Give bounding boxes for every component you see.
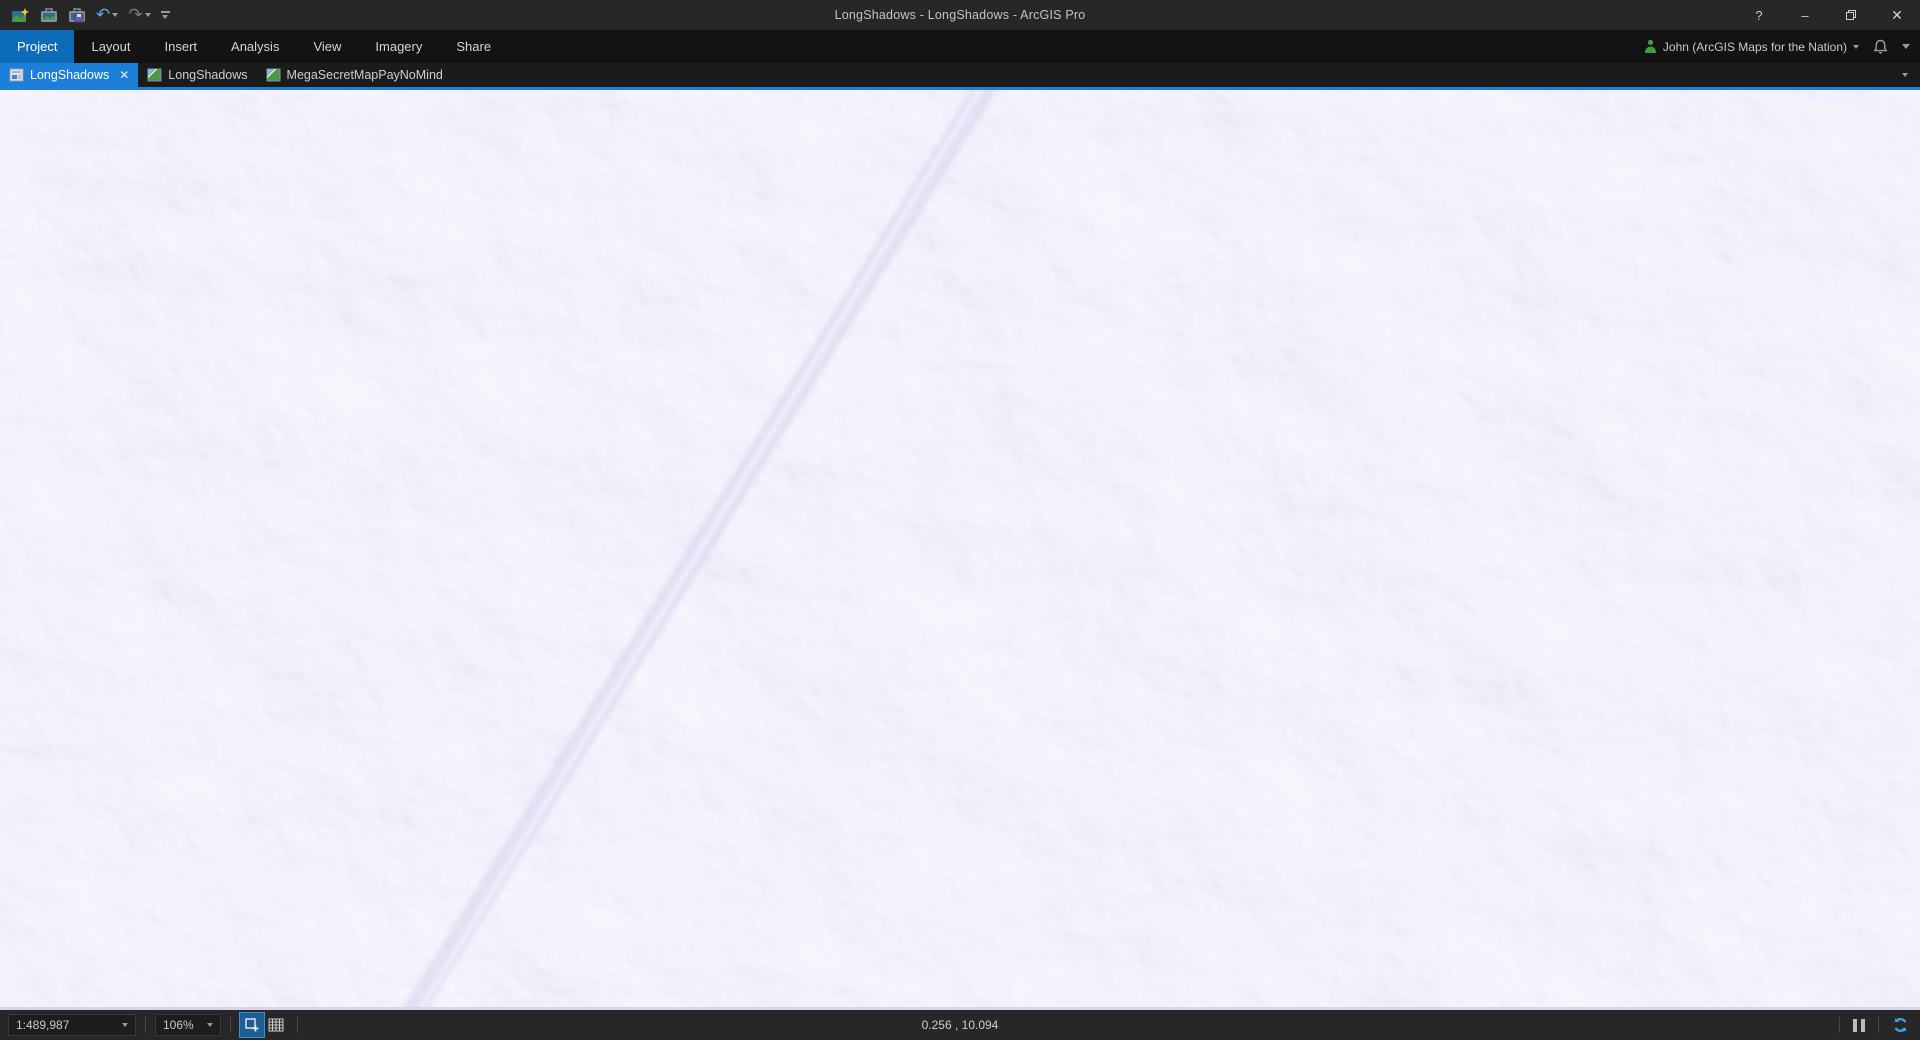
map-scale-value: 1:489,987	[16, 1018, 70, 1032]
account-dropdown-caret-icon	[1853, 44, 1859, 49]
close-button[interactable]: ✕	[1874, 0, 1920, 30]
new-project-icon	[12, 7, 29, 22]
user-icon	[1644, 39, 1656, 53]
hillshade-terrain	[0, 90, 1920, 1007]
view-tab-label: MegaSecretMapPayNoMind	[286, 68, 443, 82]
help-icon: ?	[1755, 7, 1763, 23]
minimize-icon: –	[1801, 7, 1809, 23]
new-map-frame-toggle[interactable]	[239, 1012, 265, 1038]
status-bar: 1:489,987 106% 0.256 , 10.094	[0, 1010, 1920, 1040]
save-project-button[interactable]	[65, 3, 89, 27]
ribbon-tab-label: Project	[17, 39, 58, 54]
chevron-down-icon	[122, 1023, 128, 1027]
chevron-down-icon	[1902, 44, 1910, 49]
ribbon-tab-project[interactable]: Project	[0, 30, 75, 63]
signed-in-account[interactable]: John (ArcGIS Maps for the Nation)	[1644, 39, 1859, 54]
ribbon-tab-layout[interactable]: Layout	[74, 30, 147, 63]
grid-icon	[268, 1018, 284, 1032]
view-tab-longshadows-layout[interactable]: LongShadows ✕	[0, 63, 139, 87]
ribbon-tab-label: View	[313, 39, 342, 54]
arcgis-pro-window: ↶ ↷ LongShadows - LongShadows - ArcGIS P…	[0, 0, 1920, 1040]
view-tab-bar: LongShadows ✕ LongShadows MegaSecretMapP…	[0, 63, 1920, 90]
collapse-ribbon-button[interactable]	[1902, 44, 1910, 49]
ribbon-tab-imagery[interactable]: Imagery	[358, 30, 439, 63]
ribbon-tab-analysis[interactable]: Analysis	[214, 30, 296, 63]
customize-toolbar-icon	[160, 11, 170, 19]
map-scale-combobox[interactable]: 1:489,987	[8, 1014, 136, 1036]
divider	[1839, 1017, 1840, 1033]
redo-icon: ↷	[128, 5, 143, 24]
map-view-icon	[266, 68, 281, 82]
undo-icon: ↶	[96, 5, 111, 24]
close-icon: ✕	[1891, 6, 1903, 23]
status-bar-right	[1830, 1013, 1912, 1037]
divider	[230, 1017, 231, 1033]
notifications-button[interactable]	[1873, 39, 1888, 55]
refresh-icon	[1894, 1018, 1906, 1032]
ribbon-right-controls: John (ArcGIS Maps for the Nation)	[1644, 30, 1920, 63]
restore-button[interactable]	[1828, 0, 1874, 30]
divider	[1878, 1017, 1879, 1033]
account-name: John (ArcGIS Maps for the Nation)	[1662, 39, 1847, 54]
ribbon-tab-share[interactable]: Share	[439, 30, 508, 63]
map-view[interactable]	[0, 90, 1920, 1010]
pause-icon	[1853, 1018, 1857, 1032]
undo-button[interactable]: ↶	[93, 3, 121, 27]
ribbon-tab-label: Layout	[91, 39, 131, 54]
layout-grid-toggle[interactable]	[264, 1013, 288, 1037]
divider	[145, 1017, 146, 1033]
minimize-button[interactable]: –	[1782, 0, 1828, 30]
undo-dropdown-caret-icon[interactable]	[112, 13, 119, 17]
window-controls: ? – ✕	[1736, 0, 1920, 30]
ribbon-tab-label: Analysis	[231, 39, 280, 54]
map-view-icon	[147, 68, 162, 82]
divider	[297, 1017, 298, 1033]
view-tab-label: LongShadows	[30, 68, 110, 82]
quick-access-toolbar: ↶ ↷	[0, 3, 173, 27]
customize-quick-access-button[interactable]	[158, 3, 173, 27]
open-project-button[interactable]	[37, 3, 61, 27]
redo-dropdown-caret-icon[interactable]	[144, 13, 151, 17]
ribbon-tab-bar: Project Layout Insert Analysis View Imag…	[0, 30, 1920, 63]
ribbon-tab-insert[interactable]: Insert	[148, 30, 215, 63]
restore-icon	[1846, 10, 1856, 20]
help-button[interactable]: ?	[1736, 0, 1782, 30]
new-project-button[interactable]	[8, 3, 33, 27]
view-tab-label: LongShadows	[168, 68, 248, 82]
window-title: LongShadows - LongShadows - ArcGIS Pro	[834, 8, 1086, 22]
view-tab-overflow-button[interactable]	[1902, 63, 1920, 87]
view-tab-megasecretmap[interactable]: MegaSecretMapPayNoMind	[257, 63, 452, 87]
zoom-percent-combobox[interactable]: 106%	[155, 1014, 221, 1036]
zoom-percent-value: 106%	[163, 1018, 194, 1032]
chevron-down-icon	[207, 1023, 213, 1027]
open-project-icon	[41, 8, 57, 22]
view-tab-longshadows-map[interactable]: LongShadows	[138, 63, 256, 87]
ribbon-tab-label: Share	[456, 39, 492, 54]
title-bar: ↶ ↷ LongShadows - LongShadows - ArcGIS P…	[0, 0, 1920, 30]
refresh-view-button[interactable]	[1888, 1013, 1912, 1037]
save-project-icon	[69, 8, 85, 23]
close-view-tab-icon[interactable]: ✕	[119, 68, 129, 82]
ribbon-tab-label: Imagery	[375, 39, 423, 54]
bell-icon	[1873, 39, 1888, 54]
pause-drawing-button[interactable]	[1849, 1018, 1869, 1032]
cursor-coordinates: 0.256 , 10.094	[921, 1018, 999, 1032]
redo-button[interactable]: ↷	[125, 3, 153, 27]
ribbon-tabs: Project Layout Insert Analysis View Imag…	[0, 30, 508, 63]
chevron-down-icon	[1902, 73, 1908, 77]
frame-plus-icon	[245, 1018, 259, 1032]
layout-view-icon	[9, 68, 24, 82]
ribbon-tab-label: Insert	[164, 39, 198, 54]
ribbon-tab-view[interactable]: View	[296, 30, 358, 63]
